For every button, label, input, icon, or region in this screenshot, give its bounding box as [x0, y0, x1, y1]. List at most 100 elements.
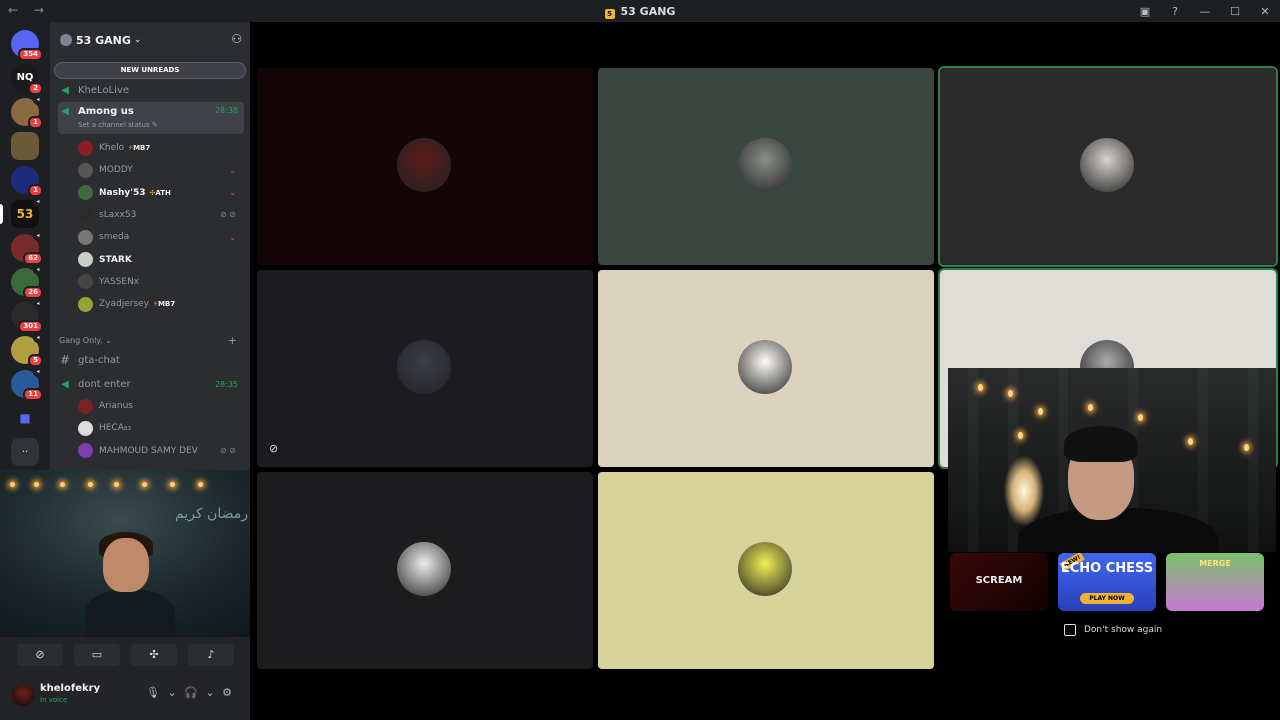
muted-deafened-icon: ⊘ ⊘	[220, 446, 236, 456]
channel-gta-chat[interactable]: # gta-chat	[58, 350, 244, 370]
user-info[interactable]: khelofekry In voice 🎙 ⌄ 🎧 ⌄ ⚙	[12, 681, 242, 711]
server-nq-icon[interactable]: NQ 2	[11, 64, 43, 95]
checkbox[interactable]	[1064, 624, 1076, 636]
voice-user[interactable]: MODDY ⌄	[78, 160, 242, 180]
muted-deafened-icon: ⊘ ⊘	[220, 210, 236, 220]
server-avatar-icon[interactable]: ◂ 26	[11, 265, 43, 299]
avatar	[738, 138, 792, 192]
voice-user[interactable]: YASSENx	[78, 272, 242, 292]
user-name: MAHMOUD SAMY DEV	[99, 445, 198, 456]
server-53-icon[interactable]: 53 ◂	[11, 197, 43, 228]
participant-tile[interactable]: ⊘	[257, 270, 593, 467]
category-gang-only[interactable]: Gang Only. ⌄ +	[59, 334, 243, 347]
voice-user[interactable]: Arianus	[78, 396, 242, 416]
voice-user[interactable]: smeda ⌄	[78, 227, 242, 247]
window-title-text: 53 GANG	[620, 5, 676, 18]
participant-tile[interactable]	[257, 68, 593, 265]
server-avatar-icon[interactable]: ◂ 62	[11, 231, 43, 265]
chevron-down-icon: ⌄	[229, 232, 236, 242]
avatar	[397, 138, 451, 192]
invite-people-icon[interactable]: ⚇	[231, 32, 242, 46]
avatar	[78, 398, 93, 414]
user-name: sLaxx53	[99, 209, 137, 220]
play-now-button[interactable]: PLAY NOW	[1080, 593, 1134, 604]
voice-user[interactable]: sLaxx53 ⊘ ⊘	[78, 205, 242, 225]
ad-title: SCREAM	[975, 575, 1023, 586]
maximize-button[interactable]: ☐	[1220, 5, 1250, 18]
text-channel-icon: #	[59, 353, 71, 367]
channel-name: gta-chat	[78, 354, 120, 366]
voice-user[interactable]: STARK	[78, 250, 242, 270]
server-avatar-icon[interactable]: ◂ 301	[11, 299, 43, 333]
voice-user[interactable]: Khelo ⚡MB7	[78, 138, 242, 158]
ad-merge[interactable]: MERGE	[1166, 553, 1264, 611]
channel-among-us[interactable]: ◀ Among us 28:38 Set a channel status ✎	[58, 102, 244, 134]
server-label: 53	[16, 207, 34, 221]
audio-controls[interactable]: 🎙 ⌄ 🎧 ⌄ ⚙	[146, 686, 234, 699]
ad-echo-chess[interactable]: NEW! ECHO CHESS PLAY NOW	[1058, 553, 1156, 611]
category-name: Gang Only.	[59, 336, 103, 345]
participant-tile[interactable]	[257, 472, 593, 669]
user-status: In voice	[40, 696, 68, 704]
user-name: HECA₈₃	[99, 423, 132, 434]
mention-badge: 1	[28, 184, 43, 197]
new-unreads-bar[interactable]: NEW UNREADS	[54, 62, 246, 79]
channel-name: dont enter	[78, 378, 131, 390]
user-name: STARK	[99, 254, 132, 265]
user-name: smeda	[99, 232, 130, 243]
guild-name: 53 GANG	[76, 33, 131, 47]
channel-status[interactable]: Set a channel status ✎	[78, 121, 158, 129]
participant-tile[interactable]	[598, 472, 934, 669]
inbox-icon[interactable]: ▣	[1130, 5, 1160, 18]
avatar	[78, 296, 93, 312]
string-lights	[10, 478, 230, 492]
tag-text: MB7	[157, 300, 176, 309]
more-icon[interactable]: ..	[11, 438, 39, 466]
add-channel-icon[interactable]: +	[228, 334, 237, 347]
chevron-down-icon: ⌄	[105, 336, 112, 345]
guild-header[interactable]: 53 GANG ⌄ ⚇	[50, 22, 250, 58]
close-button[interactable]: ✕	[1250, 5, 1280, 18]
server-avatar-icon[interactable]: ◂ 1	[11, 95, 43, 129]
user-panel: ⊘ ▭ ✣ ♪ khelofekry In voice 🎙 ⌄ 🎧 ⌄ ⚙	[0, 637, 250, 720]
voice-channel-icon: ◀	[61, 378, 69, 390]
avatar	[738, 542, 792, 596]
avatar	[78, 252, 93, 267]
settings-gear-icon	[60, 34, 72, 46]
discord-home-icon[interactable]: 354	[11, 30, 43, 61]
channel-dont-enter[interactable]: ◀ dont enter 28:35	[58, 374, 244, 394]
voice-timer: 28:38	[214, 106, 238, 115]
avatar	[78, 207, 93, 223]
server-list: 354 NQ 2 ◂ 1 1 53 ◂ ◂ 62 ◂ 26 ◂ 301 ◂ 5 ◂ 11 ■ .…	[0, 22, 50, 470]
voice-user[interactable]: Nashy'53 ✣ATH ⌄	[78, 183, 242, 203]
channel-khelolive[interactable]: ◀ KheLoLive	[58, 80, 244, 100]
help-icon[interactable]: ?	[1160, 5, 1190, 18]
server-avatar-icon[interactable]: ◂ 5	[11, 333, 43, 367]
participant-tile[interactable]	[598, 270, 934, 467]
folder-icon[interactable]: ■	[11, 404, 39, 432]
server-avatar-icon[interactable]: ◂ 11	[11, 367, 43, 401]
server-c-icon[interactable]: 1	[11, 166, 43, 197]
dont-show-again[interactable]: Don't show again	[1064, 623, 1162, 637]
selected-server-pill	[0, 204, 3, 224]
voice-user[interactable]: HECA₈₃	[78, 418, 242, 438]
server-avatar-icon[interactable]	[11, 132, 39, 160]
voice-user[interactable]: Zyadjersey ⚡MB7	[78, 294, 242, 314]
ad-scream[interactable]: SCREAM	[950, 553, 1048, 611]
camera-off-icon: ⊘	[269, 442, 279, 455]
screen-share-icon[interactable]: ▭	[74, 644, 120, 666]
window-controls: ▣ ? — ☐ ✕	[1130, 0, 1280, 22]
user-name: MODDY	[99, 165, 133, 176]
activities-icon[interactable]: ✣	[131, 644, 177, 666]
voice-user[interactable]: MAHMOUD SAMY DEV ⊘ ⊘	[78, 441, 242, 461]
soundboard-icon[interactable]: ♪	[188, 644, 234, 666]
user-tag: ⚡MB7	[128, 144, 150, 152]
avatar	[78, 229, 93, 245]
minimize-button[interactable]: —	[1190, 5, 1220, 18]
avatar	[397, 340, 451, 394]
channel-sidebar: 53 GANG ⌄ ⚇ NEW UNREADS ◀ KheLoLive ◀ Am…	[50, 22, 250, 470]
activity-ads: SCREAM NEW! ECHO CHESS PLAY NOW MERGE	[948, 553, 1276, 611]
camera-off-icon[interactable]: ⊘	[17, 644, 63, 666]
participant-tile[interactable]	[938, 66, 1278, 267]
participant-tile[interactable]	[598, 68, 934, 265]
